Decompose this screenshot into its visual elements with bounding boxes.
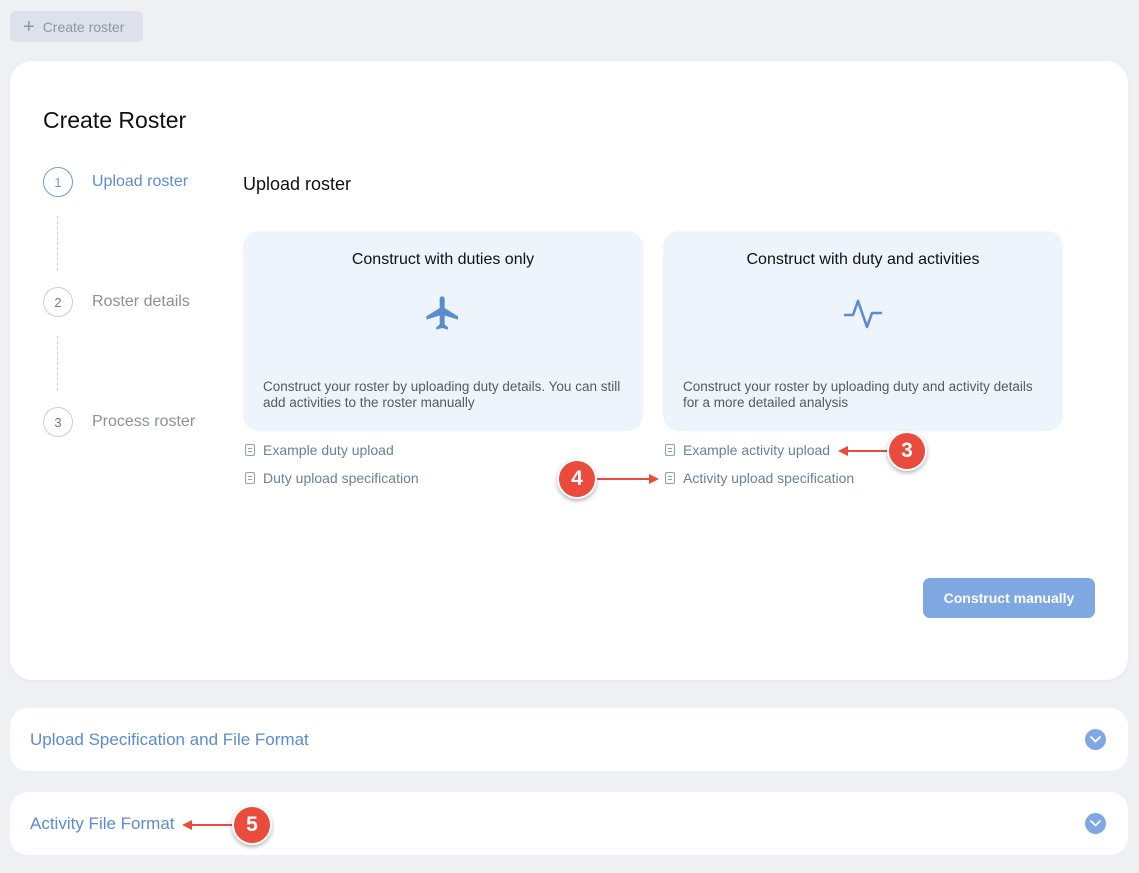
option-title: Construct with duties only — [351, 251, 535, 268]
step-connector — [57, 336, 58, 391]
step-label: Roster details — [92, 293, 190, 310]
accordion-title: Upload Specification and File Format — [30, 730, 309, 749]
document-icon — [665, 444, 675, 456]
construct-manually-button[interactable]: Construct manually — [923, 578, 1095, 618]
step-number: 1 — [43, 167, 73, 197]
chevron-down-icon[interactable] — [1085, 813, 1106, 834]
page-title: Create Roster — [43, 107, 187, 133]
annotation-badge-4: 4 — [557, 459, 597, 499]
document-icon — [245, 472, 255, 484]
accordion-title: Activity File Format — [30, 814, 175, 833]
chevron-down-icon[interactable] — [1085, 729, 1106, 750]
step-label: Upload roster — [92, 173, 189, 190]
step-roster-details[interactable]: 2 Roster details — [43, 287, 190, 317]
document-icon — [665, 472, 675, 484]
annotation-badge-5: 5 — [232, 805, 272, 845]
option-title: Construct with duty and activities — [746, 251, 980, 268]
link-label: Example activity upload — [683, 442, 831, 458]
link-label: Duty upload specification — [263, 470, 419, 486]
construct-duties-only-option[interactable]: Construct with duties only Construct you… — [243, 231, 643, 431]
annotation-badge-3: 3 — [887, 431, 927, 471]
airplane-icon — [423, 293, 463, 333]
example-activity-upload-link[interactable]: Example activity upload — [665, 442, 830, 458]
activity-file-format-accordion[interactable]: Activity File Format — [10, 792, 1128, 855]
section-title: Upload roster — [243, 174, 352, 194]
annotation-arrow-3 — [838, 446, 888, 456]
create-roster-button[interactable]: + Create roster — [10, 11, 143, 42]
document-icon — [245, 444, 255, 456]
create-roster-label: Create roster — [42, 18, 125, 35]
annotation-arrow-4 — [597, 474, 659, 484]
step-label: Process roster — [92, 413, 196, 430]
create-roster-card: Create Roster 1 Upload roster 2 Roster d… — [10, 61, 1128, 680]
activity-pulse-icon — [843, 293, 883, 333]
upload-spec-accordion[interactable]: Upload Specification and File Format — [10, 708, 1128, 771]
example-duty-upload-link[interactable]: Example duty upload — [245, 442, 394, 458]
annotation-arrow-5 — [182, 820, 234, 830]
step-number: 2 — [43, 287, 73, 317]
activity-upload-spec-link[interactable]: Activity upload specification — [665, 470, 854, 486]
link-label: Example duty upload — [263, 442, 394, 458]
duty-upload-spec-link[interactable]: Duty upload specification — [245, 470, 419, 486]
option-description: Construct your roster by uploading duty … — [683, 379, 1033, 410]
plus-icon: + — [23, 15, 35, 38]
link-label: Activity upload specification — [683, 470, 855, 486]
option-description: Construct your roster by uploading duty … — [263, 379, 621, 410]
step-upload-roster[interactable]: 1 Upload roster — [43, 167, 188, 197]
construct-duty-activities-option[interactable]: Construct with duty and activities Const… — [663, 231, 1063, 431]
step-process-roster[interactable]: 3 Process roster — [43, 407, 195, 437]
step-number: 3 — [43, 407, 73, 437]
step-connector — [57, 216, 58, 271]
